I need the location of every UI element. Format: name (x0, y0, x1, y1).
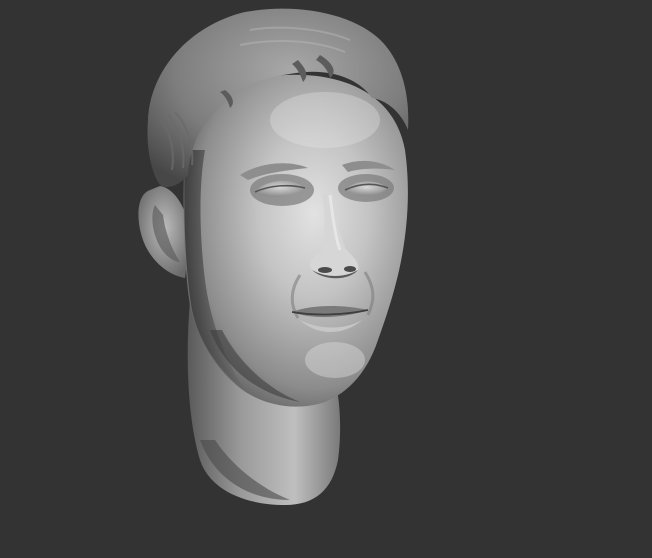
sculpt-canvas[interactable] (0, 0, 652, 558)
nostril-left (318, 267, 332, 273)
forehead-highlight (270, 92, 380, 148)
nostril-right (344, 266, 356, 272)
viewport-3d[interactable] (0, 0, 652, 558)
chin-highlight (305, 342, 365, 378)
